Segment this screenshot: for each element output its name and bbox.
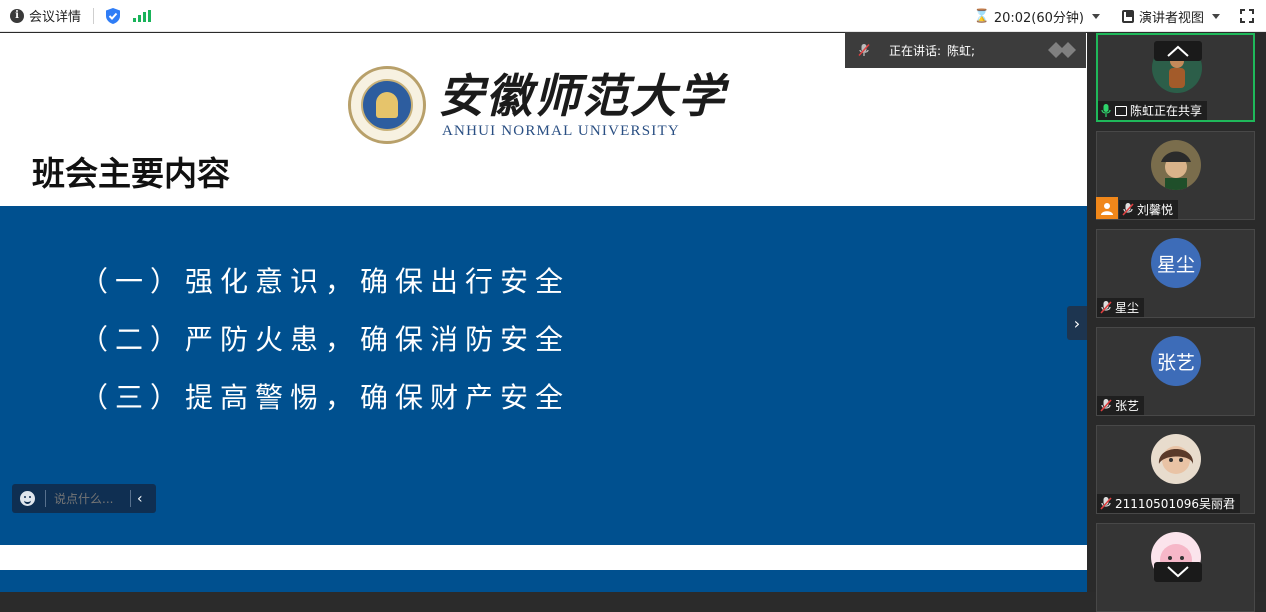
chevron-down-icon [1212, 13, 1220, 19]
chevron-down-icon [1167, 566, 1189, 578]
university-name-cn: 安徽师范大学 [438, 68, 726, 123]
mic-muted-icon [1100, 399, 1112, 412]
screen-share-icon [1115, 105, 1127, 116]
university-logo: 安徽师范大学 ANHUI NORMAL UNIVERSITY [348, 66, 726, 144]
speaking-indicator: 正在讲话: 陈虹; [845, 32, 1086, 68]
participant-name: 陈虹正在共享 [1130, 104, 1203, 118]
avatar [1151, 434, 1201, 484]
mic-icon [1101, 104, 1111, 117]
comment-bar: ‹ [12, 484, 156, 513]
presenter-view-label: 演讲者视图 [1138, 10, 1204, 26]
slide-point: （三）提高警惕，确保财产安全 [80, 381, 571, 414]
university-name-en: ANHUI NORMAL UNIVERSITY [442, 122, 680, 139]
shared-screen: 安徽师范大学 ANHUI NORMAL UNIVERSITY 班会主要内容 （一… [0, 33, 1087, 592]
info-icon: i [10, 8, 24, 23]
slide-point: （一）强化意识，确保出行安全 [80, 265, 571, 298]
network-signal-icon[interactable] [133, 9, 152, 22]
sidebar-collapse-button[interactable]: › [1067, 306, 1087, 340]
participant-nameplate: 陈虹正在共享 [1098, 101, 1208, 120]
avatar: 星尘 [1151, 238, 1201, 288]
avatar: 张艺 [1151, 336, 1201, 386]
participant-tile[interactable]: 刘馨悦 [1096, 131, 1255, 220]
participant-nameplate: 星尘 [1097, 298, 1145, 317]
participant-name: 21110501096吴丽君 [1115, 497, 1235, 511]
participants-panel: 陈虹正在共享 刘馨悦 星尘 星尘 张艺 张艺 21110501096吴丽君 [1087, 33, 1266, 612]
avatar [1151, 140, 1201, 190]
meeting-details-label: 会议详情 [29, 10, 82, 25]
participant-nameplate: 21110501096吴丽君 [1097, 494, 1240, 513]
mic-muted-icon [1122, 203, 1134, 216]
speaking-label: 正在讲话: [889, 43, 942, 58]
scroll-down-button[interactable] [1154, 562, 1202, 582]
mic-muted-icon [1100, 301, 1112, 314]
participant-tile[interactable]: 星尘 星尘 [1096, 229, 1255, 318]
host-icon [1096, 197, 1118, 219]
slide-content-panel: （一）强化意识，确保出行安全 （二）严防火患，确保消防安全 （三）提高警惕，确保… [0, 206, 1087, 545]
chevron-right-icon: › [1073, 313, 1081, 333]
meeting-timer: 20:02(60分钟) [993, 10, 1084, 26]
meeting-timer-dropdown[interactable]: ⌛ 20:02(60分钟) [974, 7, 1100, 26]
app-logo-icon [1048, 42, 1076, 58]
participant-name: 刘馨悦 [1137, 203, 1174, 217]
university-seal-icon [348, 66, 426, 144]
top-toolbar: i 会议详情 ⌛ 20:02(60分钟) 演讲者视图 [0, 0, 1266, 32]
presenter-view-icon [1121, 9, 1134, 23]
comment-divider [45, 490, 46, 507]
chevron-up-icon [1167, 45, 1189, 57]
slide-next-section [0, 570, 1087, 592]
toolbar-divider [93, 7, 95, 24]
participant-tile[interactable]: 21110501096吴丽君 [1096, 425, 1255, 514]
mic-muted-icon [1100, 497, 1112, 510]
chevron-down-icon [1091, 13, 1100, 19]
speaking-name: 陈虹; [947, 43, 976, 58]
participant-tile[interactable]: 张艺 张艺 [1096, 327, 1255, 416]
fullscreen-icon[interactable] [1240, 9, 1254, 23]
participant-name: 张艺 [1115, 399, 1140, 413]
meeting-details-button[interactable]: i 会议详情 [10, 6, 81, 25]
participant-nameplate: 张艺 [1097, 396, 1145, 415]
slide-point: （二）严防火患，确保消防安全 [80, 323, 571, 356]
scroll-up-button[interactable] [1154, 41, 1202, 61]
emoji-icon[interactable] [20, 491, 35, 506]
slide-title: 班会主要内容 [32, 154, 230, 193]
chevron-left-icon[interactable]: ‹ [137, 491, 143, 507]
comment-input[interactable] [54, 491, 130, 506]
participant-name: 星尘 [1115, 301, 1140, 315]
hourglass-icon: ⌛ [973, 8, 990, 24]
shield-check-icon[interactable] [105, 7, 121, 25]
comment-divider [130, 490, 131, 507]
participant-nameplate: 刘馨悦 [1119, 200, 1179, 219]
presenter-view-dropdown[interactable]: 演讲者视图 [1100, 7, 1220, 26]
mic-muted-icon [858, 43, 870, 57]
